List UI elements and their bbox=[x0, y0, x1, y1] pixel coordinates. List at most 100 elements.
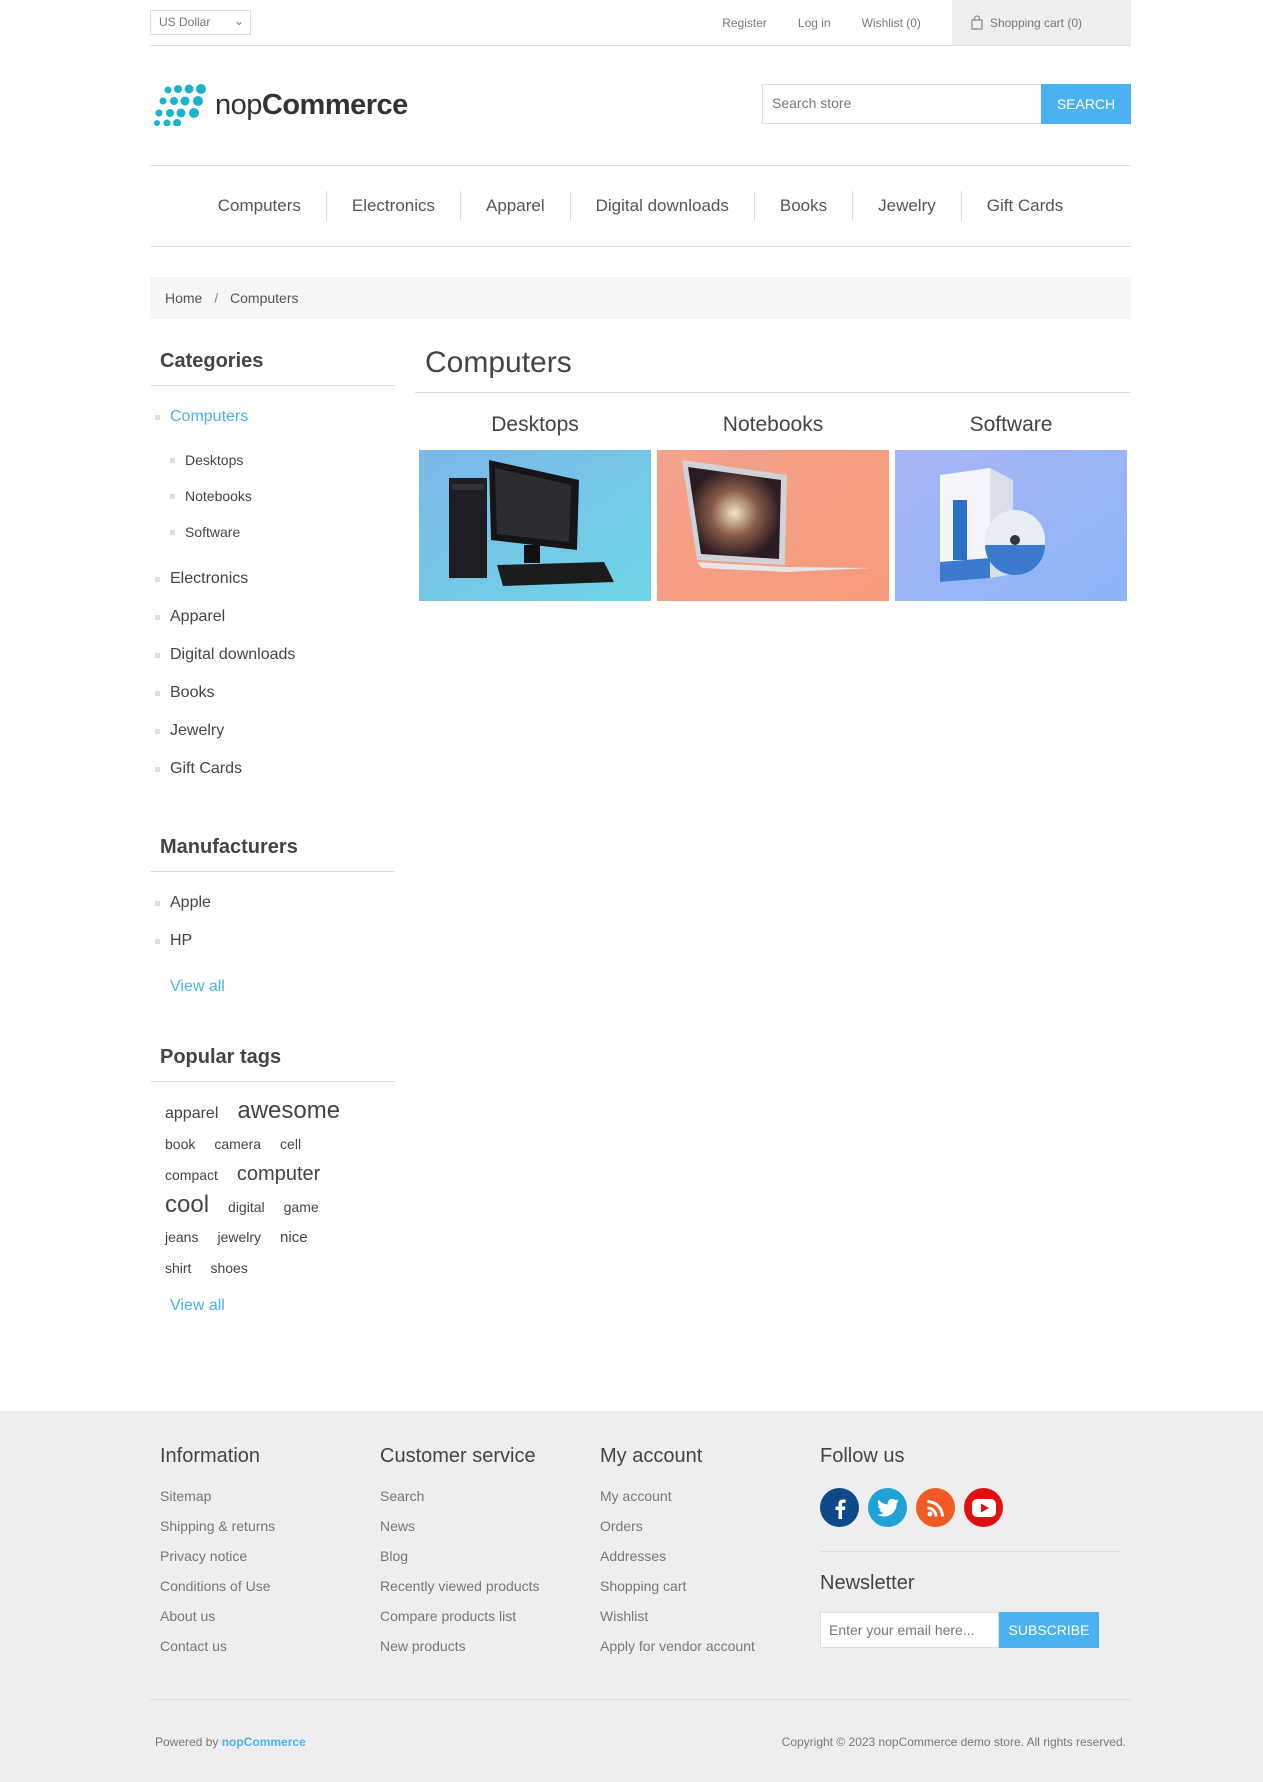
footer-link-blog[interactable]: Blog bbox=[380, 1548, 540, 1578]
social-links bbox=[820, 1488, 1120, 1527]
footer: Information Sitemap Shipping & returns P… bbox=[0, 1411, 1263, 1782]
newsletter-email-input[interactable]: Enter your email here... bbox=[820, 1612, 999, 1648]
login-link[interactable]: Log in bbox=[798, 16, 831, 30]
chevron-down-icon: ⌄ bbox=[233, 14, 244, 28]
footer-link-vendor[interactable]: Apply for vendor account bbox=[600, 1638, 755, 1668]
footer-link-shipping[interactable]: Shipping & returns bbox=[160, 1518, 275, 1548]
tag-link[interactable]: shoes bbox=[210, 1253, 247, 1283]
software-image[interactable] bbox=[895, 450, 1127, 601]
header-links-bar: US Dollar ⌄ Register Log in Wishlist (0)… bbox=[150, 0, 1131, 46]
tag-link[interactable]: awesome bbox=[237, 1096, 340, 1126]
facebook-icon[interactable] bbox=[820, 1488, 859, 1527]
footer-link-new-products[interactable]: New products bbox=[380, 1638, 540, 1668]
footer-link-sitemap[interactable]: Sitemap bbox=[160, 1488, 275, 1518]
wishlist-link[interactable]: Wishlist (0) bbox=[862, 16, 921, 30]
store-logo[interactable]: nopCommerce bbox=[153, 84, 408, 126]
footer-customer-service-title: Customer service bbox=[380, 1445, 536, 1467]
search-input[interactable]: Search store bbox=[762, 84, 1042, 124]
menu-item-books[interactable]: Books bbox=[753, 191, 852, 221]
breadcrumb-home[interactable]: Home bbox=[165, 290, 202, 306]
logo-text: nopCommerce bbox=[215, 88, 408, 121]
footer-link-wishlist[interactable]: Wishlist bbox=[600, 1608, 755, 1638]
desktops-image[interactable] bbox=[419, 450, 651, 601]
rss-icon[interactable] bbox=[916, 1488, 955, 1527]
menu-item-digital-downloads[interactable]: Digital downloads bbox=[569, 191, 754, 221]
footer-link-shopping-cart[interactable]: Shopping cart bbox=[600, 1578, 755, 1608]
search-button[interactable]: SEARCH bbox=[1041, 84, 1131, 124]
tag-link[interactable]: cell bbox=[280, 1129, 301, 1159]
tag-link[interactable]: computer bbox=[237, 1159, 320, 1189]
subcategory-title[interactable]: Software bbox=[895, 413, 1127, 437]
youtube-icon[interactable] bbox=[964, 1488, 1003, 1527]
menu-item-gift-cards[interactable]: Gift Cards bbox=[960, 191, 1089, 221]
manufacturer-item-apple[interactable]: Apple bbox=[150, 884, 395, 922]
tag-link[interactable]: game bbox=[284, 1192, 319, 1222]
manufacturer-item-hp[interactable]: HP bbox=[150, 922, 395, 960]
tag-link[interactable]: shirt bbox=[165, 1253, 191, 1283]
footer-link-privacy[interactable]: Privacy notice bbox=[160, 1548, 275, 1578]
breadcrumb-separator: / bbox=[214, 290, 219, 306]
menu-item-apparel[interactable]: Apparel bbox=[460, 191, 570, 221]
tag-link[interactable]: cool bbox=[165, 1190, 209, 1220]
footer-link-contact[interactable]: Contact us bbox=[160, 1638, 275, 1668]
category-item-apparel[interactable]: Apparel bbox=[150, 598, 395, 636]
footer-link-conditions[interactable]: Conditions of Use bbox=[160, 1578, 275, 1608]
tag-link[interactable]: compact bbox=[165, 1160, 218, 1190]
manufacturers-view-all-link[interactable]: View all bbox=[150, 960, 395, 996]
tag-link[interactable]: nice bbox=[280, 1223, 308, 1253]
footer-follow-title: Follow us bbox=[820, 1445, 905, 1467]
subcategory-item-software[interactable]: Software bbox=[150, 514, 395, 550]
register-link[interactable]: Register bbox=[722, 16, 767, 30]
subcategory-list: Desktops Notebooks Software bbox=[150, 436, 395, 560]
category-list: Computers Desktops Notebooks Software El… bbox=[150, 386, 395, 788]
copyright-text: Copyright © 2023 nopCommerce demo store.… bbox=[781, 1735, 1126, 1749]
category-item-jewelry[interactable]: Jewelry bbox=[150, 712, 395, 750]
logo-dots-icon bbox=[154, 84, 206, 126]
currency-selector[interactable]: US Dollar ⌄ bbox=[150, 10, 251, 35]
center-column: Computers Desktops Notebooks Software bbox=[415, 340, 1131, 601]
manufacturers-title: Manufacturers bbox=[150, 826, 395, 872]
tag-link[interactable]: camera bbox=[214, 1129, 261, 1159]
footer-my-account-title: My account bbox=[600, 1445, 703, 1467]
shopping-cart-link[interactable]: Shopping cart (0) bbox=[951, 0, 1131, 45]
tag-link[interactable]: jeans bbox=[165, 1222, 198, 1252]
breadcrumb: Home / Computers bbox=[150, 277, 1131, 319]
subcategory-card-software[interactable]: Software bbox=[895, 413, 1127, 601]
subcategory-item-notebooks[interactable]: Notebooks bbox=[150, 478, 395, 514]
footer-link-search[interactable]: Search bbox=[380, 1488, 540, 1518]
categories-title: Categories bbox=[150, 340, 395, 386]
tag-link[interactable]: apparel bbox=[165, 1099, 218, 1129]
footer-link-compare[interactable]: Compare products list bbox=[380, 1608, 540, 1638]
footer-link-addresses[interactable]: Addresses bbox=[600, 1548, 755, 1578]
subcategory-title[interactable]: Desktops bbox=[419, 413, 651, 437]
footer-link-recently-viewed[interactable]: Recently viewed products bbox=[380, 1578, 540, 1608]
menu-item-electronics[interactable]: Electronics bbox=[325, 191, 460, 221]
subscribe-button[interactable]: SUBSCRIBE bbox=[999, 1612, 1099, 1648]
category-item-gift-cards[interactable]: Gift Cards bbox=[150, 750, 395, 788]
menu-item-jewelry[interactable]: Jewelry bbox=[852, 191, 961, 221]
notebooks-image[interactable] bbox=[657, 450, 889, 601]
footer-link-orders[interactable]: Orders bbox=[600, 1518, 755, 1548]
subcategory-title[interactable]: Notebooks bbox=[657, 413, 889, 437]
category-item-books[interactable]: Books bbox=[150, 674, 395, 712]
footer-link-my-account[interactable]: My account bbox=[600, 1488, 755, 1518]
category-item-computers[interactable]: Computers bbox=[150, 398, 395, 436]
subcategory-card-desktops[interactable]: Desktops bbox=[419, 413, 651, 601]
popular-tags-title: Popular tags bbox=[150, 1036, 395, 1082]
twitter-icon[interactable] bbox=[868, 1488, 907, 1527]
category-item-electronics[interactable]: Electronics bbox=[150, 560, 395, 598]
powered-by-label: Powered by bbox=[155, 1735, 219, 1749]
subcategory-item-desktops[interactable]: Desktops bbox=[150, 442, 395, 478]
footer-link-about[interactable]: About us bbox=[160, 1608, 275, 1638]
category-item-digital-downloads[interactable]: Digital downloads bbox=[150, 636, 395, 674]
menu-item-computers[interactable]: Computers bbox=[193, 191, 326, 221]
tag-link[interactable]: jewelry bbox=[217, 1222, 261, 1252]
subcategory-card-notebooks[interactable]: Notebooks bbox=[657, 413, 889, 601]
subcategory-grid: Desktops Notebooks Software bbox=[415, 393, 1131, 601]
tag-link[interactable]: book bbox=[165, 1129, 195, 1159]
newsletter-form: Enter your email here... SUBSCRIBE bbox=[820, 1612, 1120, 1648]
tags-view-all-link[interactable]: View all bbox=[150, 1283, 395, 1315]
footer-link-news[interactable]: News bbox=[380, 1518, 540, 1548]
tag-link[interactable]: digital bbox=[228, 1192, 265, 1222]
powered-by-link[interactable]: nopCommerce bbox=[222, 1735, 306, 1749]
